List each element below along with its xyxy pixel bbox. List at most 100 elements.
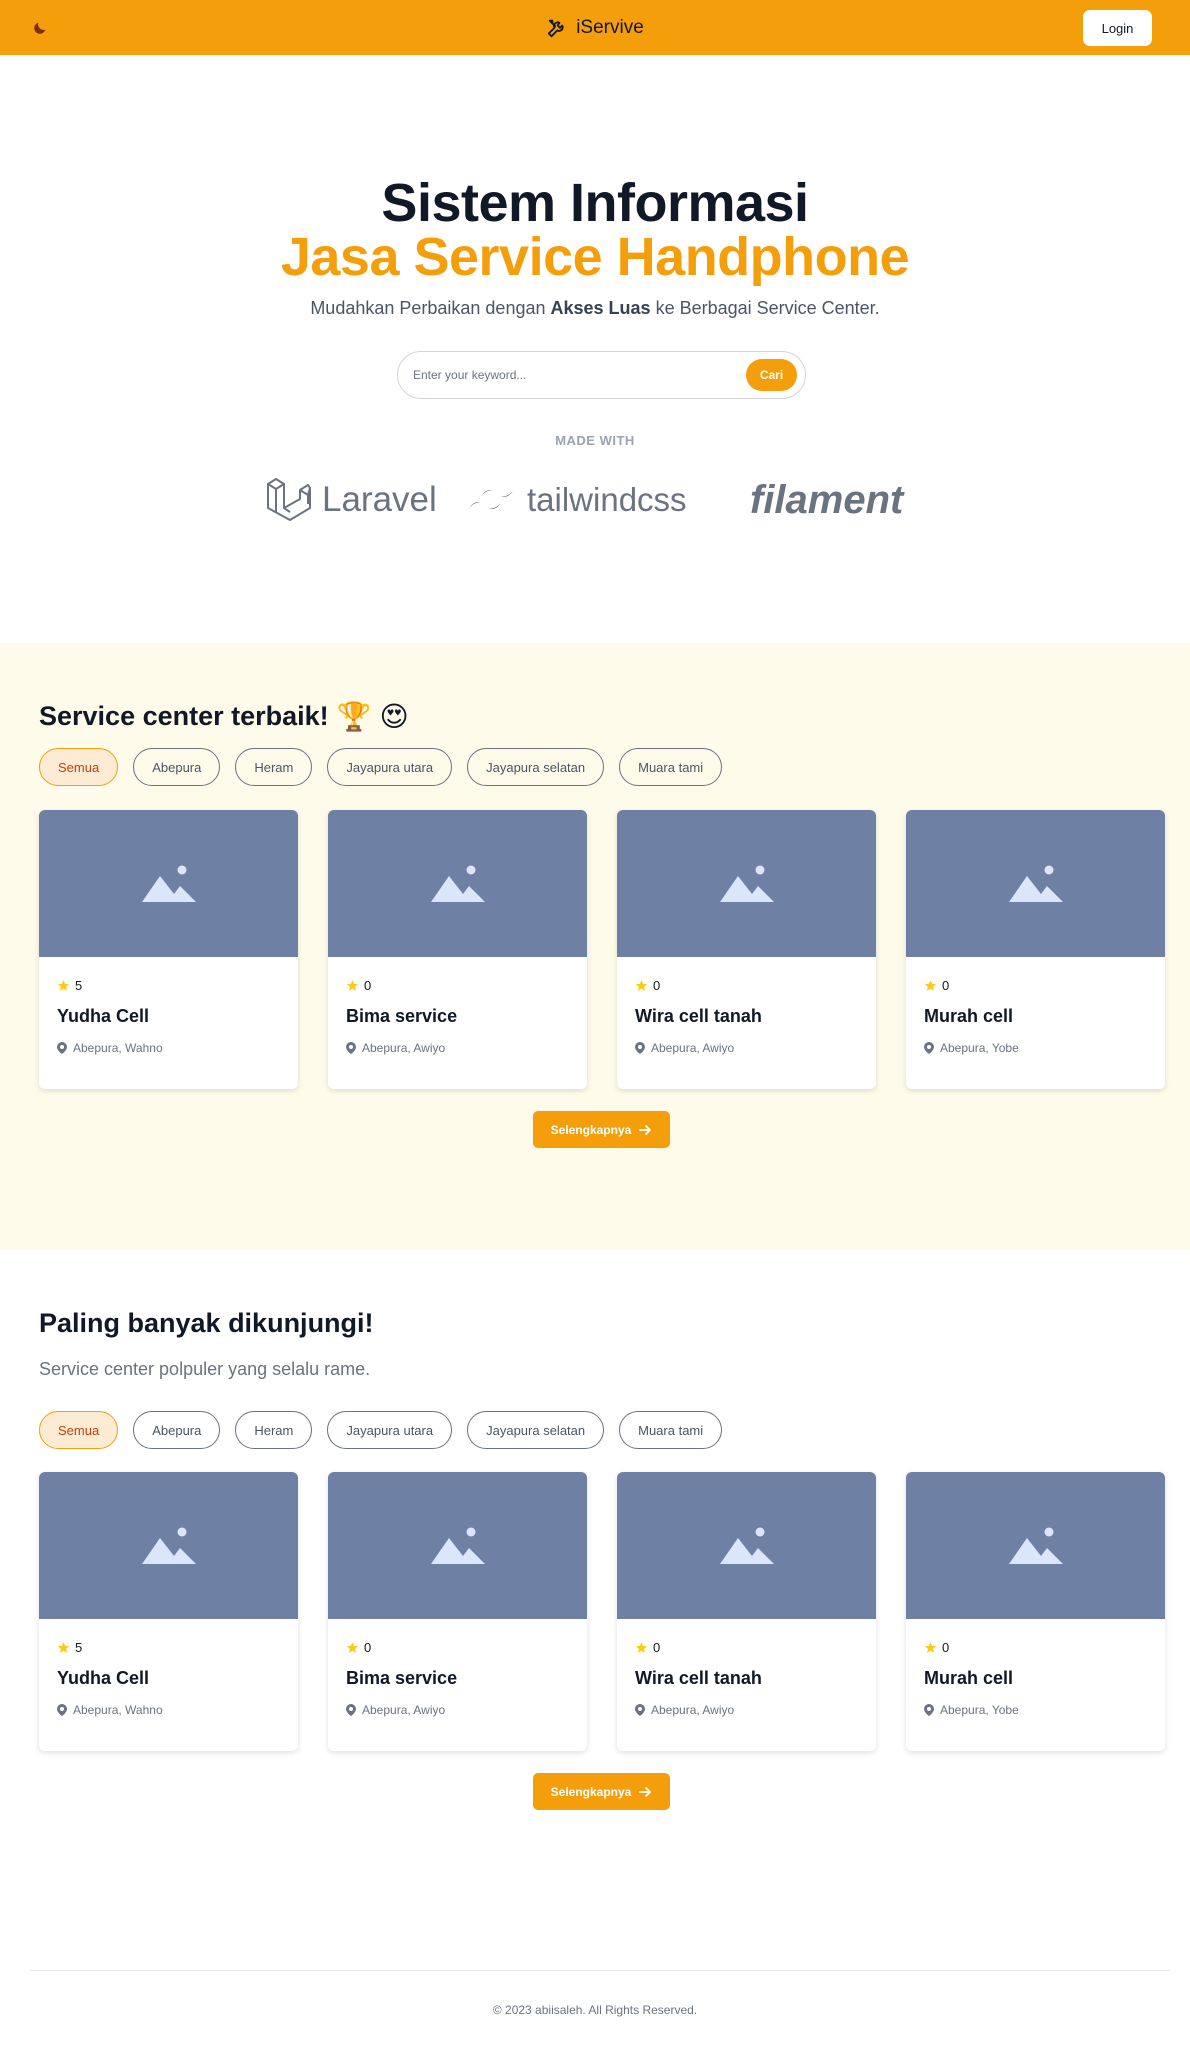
- hero-subtitle: Mudahkan Perbaikan dengan Akses Luas ke …: [0, 298, 1190, 319]
- filter-chip[interactable]: Muara tami: [619, 748, 723, 786]
- rating-value: 0: [653, 978, 661, 993]
- popular-section-subtitle: Service center polpuler yang selalu rame…: [39, 1359, 371, 1379]
- image-placeholder: [328, 1472, 587, 1619]
- map-pin-icon: [57, 1704, 67, 1716]
- card-location: Abepura, Yobe: [924, 1041, 1019, 1055]
- hero-subtitle-bold: Akses Luas: [550, 298, 651, 318]
- made-with-label: MADE WITH: [555, 433, 635, 448]
- service-card[interactable]: 0 Murah cell Abepura, Yobe: [906, 1472, 1165, 1751]
- rating-value: 0: [942, 1640, 950, 1655]
- image-placeholder: [39, 810, 298, 957]
- trophy-icon: 🏆: [336, 701, 372, 732]
- tailwind-logo: tailwindcss: [469, 472, 687, 528]
- filter-chip[interactable]: Semua: [39, 1411, 119, 1449]
- star-eyes-emoji: 😍: [379, 701, 409, 732]
- hero-subtitle-post: ke Berbagai Service Center.: [650, 298, 880, 318]
- laravel-icon: [267, 478, 311, 521]
- card-location: Abepura, Awiyo: [346, 1041, 445, 1055]
- filter-chip[interactable]: Muara tami: [619, 1411, 723, 1449]
- rating-value: 0: [653, 1640, 661, 1655]
- image-placeholder: [39, 1472, 298, 1619]
- popular-section-title: Paling banyak dikunjungi!: [39, 1308, 374, 1338]
- service-card[interactable]: 5 Yudha Cell Abepura, Wahno: [39, 810, 298, 1089]
- see-more-button[interactable]: Selengkapnya: [533, 1111, 670, 1148]
- filter-chip[interactable]: Heram: [235, 1411, 313, 1449]
- map-pin-icon: [346, 1042, 356, 1054]
- moon-icon: [34, 22, 46, 34]
- rating-value: 0: [364, 978, 372, 993]
- rating-value: 5: [75, 978, 83, 993]
- filter-chip[interactable]: Heram: [235, 748, 313, 786]
- see-more-label: Selengkapnya: [550, 1784, 632, 1799]
- service-card[interactable]: 0 Murah cell Abepura, Yobe: [906, 810, 1165, 1089]
- card-rating: 5: [57, 1640, 82, 1655]
- hero-title-line2: Jasa Service Handphone: [280, 227, 910, 287]
- card-rating: 0: [924, 978, 949, 993]
- tailwind-wordmark: tailwindcss: [527, 481, 687, 518]
- hero-subtitle-pre: Mudahkan Perbaikan dengan: [310, 298, 551, 318]
- filter-chip[interactable]: Abepura: [133, 748, 221, 786]
- map-pin-icon: [635, 1042, 645, 1054]
- card-rating: 0: [635, 1640, 660, 1655]
- service-card[interactable]: 0 Bima service Abepura, Awiyo: [328, 810, 587, 1089]
- card-title: Wira cell tanah: [635, 1668, 762, 1688]
- tailwind-icon: [469, 490, 513, 509]
- dark-mode-toggle[interactable]: [28, 16, 52, 40]
- service-card[interactable]: 5 Yudha Cell Abepura, Wahno: [39, 1472, 298, 1751]
- image-placeholder-icon: [141, 1527, 196, 1564]
- filter-chip[interactable]: Semua: [39, 748, 119, 786]
- service-card[interactable]: 0 Wira cell tanah Abepura, Awiyo: [617, 810, 876, 1089]
- card-location: Abepura, Yobe: [924, 1703, 1019, 1717]
- map-pin-icon: [57, 1042, 67, 1054]
- star-icon: [57, 1642, 70, 1653]
- star-icon: [346, 980, 359, 991]
- image-placeholder-icon: [1008, 865, 1063, 902]
- map-pin-icon: [346, 1704, 356, 1716]
- service-card[interactable]: 0 Bima service Abepura, Awiyo: [328, 1472, 587, 1751]
- card-rating: 0: [924, 1640, 949, 1655]
- login-button[interactable]: Login: [1083, 10, 1152, 46]
- see-more-label: Selengkapnya: [550, 1122, 632, 1137]
- image-placeholder: [617, 810, 876, 957]
- hero-title-line1: Sistem Informasi: [381, 173, 809, 233]
- image-placeholder: [906, 810, 1165, 957]
- map-pin-icon: [924, 1704, 934, 1716]
- location-text: Abepura, Awiyo: [651, 1703, 735, 1717]
- filter-chip[interactable]: Jayapura selatan: [467, 1411, 605, 1449]
- brand-name: iServive: [576, 16, 644, 38]
- best-card-list: 5 Yudha Cell Abepura, Wahno 0 Bima servi…: [39, 810, 1165, 1089]
- map-pin-icon: [635, 1704, 645, 1716]
- best-service-section: Service center terbaik! 🏆 😍 Semua Abepur…: [0, 643, 1190, 1250]
- map-pin-icon: [924, 1042, 934, 1054]
- service-card[interactable]: 0 Wira cell tanah Abepura, Awiyo: [617, 1472, 876, 1751]
- filter-chip[interactable]: Jayapura selatan: [467, 748, 605, 786]
- image-placeholder-icon: [719, 865, 774, 902]
- card-location: Abepura, Wahno: [57, 1041, 163, 1055]
- top-navbar: iServive Login: [0, 0, 1190, 55]
- footer-copyright: © 2023 abiisaleh. All Rights Reserved.: [492, 2003, 698, 2017]
- card-title: Yudha Cell: [57, 1668, 150, 1688]
- filament-wordmark: filament: [750, 477, 904, 522]
- brand-logo[interactable]: iServive: [546, 17, 644, 39]
- card-title: Murah cell: [924, 1006, 1014, 1026]
- card-title: Murah cell: [924, 1668, 1014, 1688]
- star-icon: [924, 980, 937, 991]
- search-button[interactable]: Cari: [746, 359, 797, 391]
- popular-card-list: 5 Yudha Cell Abepura, Wahno 0 Bima servi…: [39, 1472, 1165, 1751]
- star-icon: [635, 980, 648, 991]
- card-rating: 0: [346, 978, 371, 993]
- filter-chip[interactable]: Abepura: [133, 1411, 221, 1449]
- search-input[interactable]: [413, 368, 746, 382]
- search-bar: Cari: [397, 351, 806, 399]
- see-more-button[interactable]: Selengkapnya: [533, 1773, 670, 1810]
- filter-chip[interactable]: Jayapura utara: [327, 1411, 453, 1449]
- location-text: Abepura, Awiyo: [651, 1041, 735, 1055]
- filter-chip[interactable]: Jayapura utara: [327, 748, 453, 786]
- rating-value: 0: [364, 1640, 372, 1655]
- tools-icon: [548, 19, 564, 37]
- card-title: Bima service: [346, 1006, 458, 1026]
- location-text: Abepura, Awiyo: [362, 1703, 446, 1717]
- image-placeholder: [906, 1472, 1165, 1619]
- popular-filter-group: Semua Abepura Heram Jayapura utara Jayap…: [39, 1411, 723, 1449]
- image-placeholder-icon: [1008, 1527, 1063, 1564]
